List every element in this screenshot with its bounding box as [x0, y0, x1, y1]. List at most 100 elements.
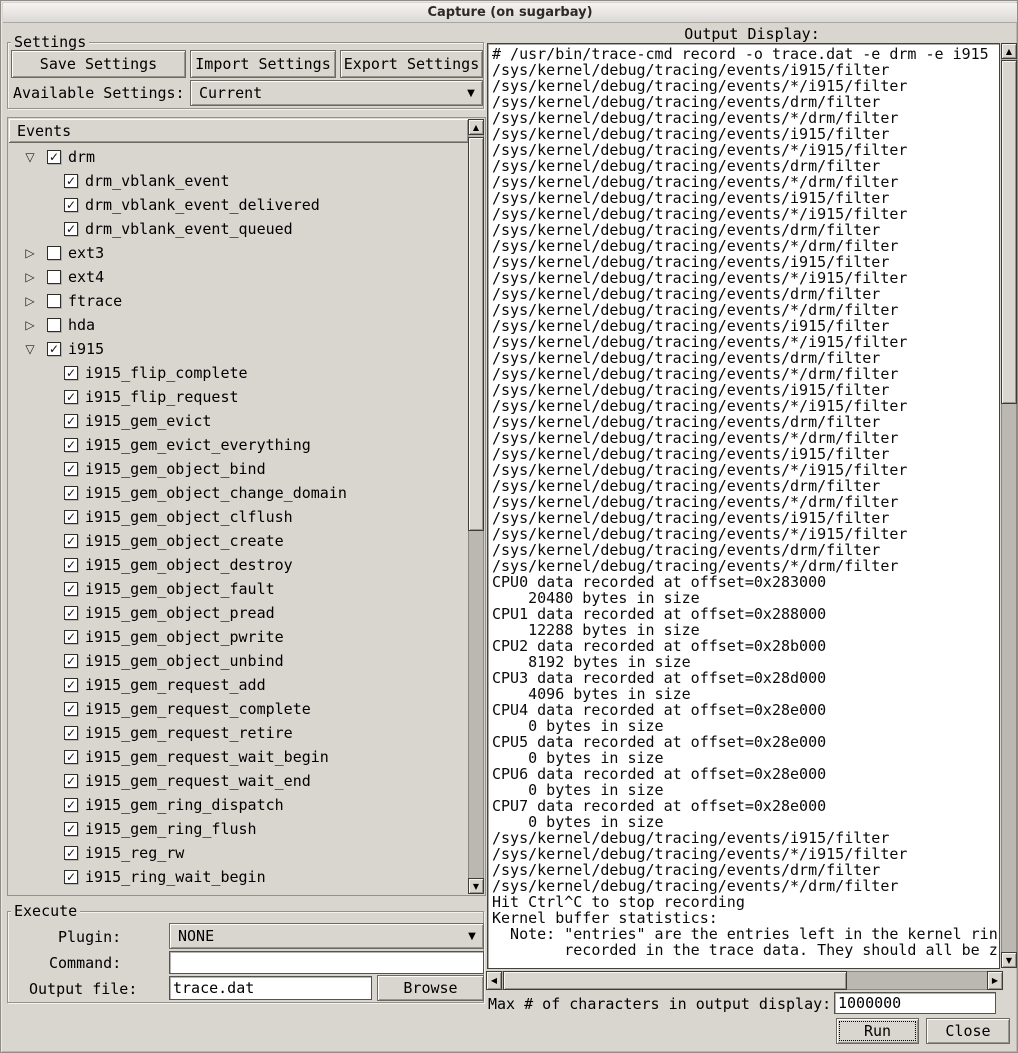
event-checkbox[interactable]: ✓ [64, 606, 78, 620]
event-checkbox[interactable]: ✓ [47, 342, 61, 356]
tree-row-i915_flip_request[interactable]: ✓i915_flip_request [9, 385, 469, 409]
export-settings-label: Export Settings [344, 55, 479, 73]
event-checkbox[interactable]: ✓ [64, 558, 78, 572]
plugin-combo[interactable]: NONE ▼ [169, 923, 484, 949]
tree-row-hda[interactable]: ▷hda [9, 313, 469, 337]
event-checkbox[interactable]: ✓ [64, 390, 78, 404]
event-label: i915 [68, 337, 104, 361]
output-hscrollbar-thumb[interactable] [503, 971, 847, 990]
expander-closed-icon[interactable]: ▷ [21, 313, 39, 337]
expander-closed-icon[interactable]: ▷ [21, 241, 39, 265]
expander-open-icon[interactable]: ▽ [21, 145, 39, 169]
expander-open-icon[interactable]: ▽ [21, 337, 39, 361]
command-input[interactable] [169, 951, 484, 974]
tree-row-i915_gem_request_wait_begin[interactable]: ✓i915_gem_request_wait_begin [9, 745, 469, 769]
event-checkbox[interactable]: ✓ [64, 462, 78, 476]
event-checkbox[interactable]: ✓ [64, 534, 78, 548]
output-scroll-left-icon[interactable]: ◀ [486, 971, 502, 990]
event-checkbox[interactable]: ✓ [64, 582, 78, 596]
event-checkbox[interactable] [47, 318, 61, 332]
event-checkbox[interactable]: ✓ [64, 510, 78, 524]
tree-row-ext3[interactable]: ▷ext3 [9, 241, 469, 265]
tree-row-i915_gem_object_change_domain[interactable]: ✓i915_gem_object_change_domain [9, 481, 469, 505]
event-checkbox[interactable]: ✓ [64, 630, 78, 644]
run-button[interactable]: Run [836, 1018, 919, 1044]
events-scroll-down-icon[interactable]: ▼ [468, 878, 484, 894]
tree-row-drm[interactable]: ▽✓drm [9, 145, 469, 169]
event-label: i915_ring_wait_begin [85, 865, 266, 889]
export-settings-button[interactable]: Export Settings [340, 50, 483, 78]
tree-row-i915_gem_request_add[interactable]: ✓i915_gem_request_add [9, 673, 469, 697]
tree-row-ftrace[interactable]: ▷ftrace [9, 289, 469, 313]
event-checkbox[interactable]: ✓ [64, 846, 78, 860]
tree-row-i915_ring_wait_begin[interactable]: ✓ i915_ring_wait_begin [9, 865, 469, 889]
import-settings-button[interactable]: Import Settings [190, 50, 336, 78]
output-display[interactable]: # /usr/bin/trace-cmd record -o trace.dat… [487, 43, 1000, 969]
save-settings-button[interactable]: Save Settings [11, 50, 186, 78]
tree-row-i915_gem_evict[interactable]: ✓i915_gem_evict [9, 409, 469, 433]
event-checkbox[interactable] [47, 294, 61, 308]
output-scroll-down-icon[interactable]: ▼ [1001, 952, 1017, 968]
event-checkbox[interactable]: ✓ [64, 222, 78, 236]
tree-row-i915_gem_object_pread[interactable]: ✓i915_gem_object_pread [9, 601, 469, 625]
tree-row-i915[interactable]: ▽ ✓ i915 [9, 337, 469, 361]
output-scroll-up-icon[interactable]: ▲ [1001, 43, 1017, 59]
tree-row-i915_gem_object_fault[interactable]: ✓i915_gem_object_fault [9, 577, 469, 601]
events-scroll-up-icon[interactable]: ▲ [468, 119, 484, 135]
tree-row-i915_gem_object_unbind[interactable]: ✓i915_gem_object_unbind [9, 649, 469, 673]
tree-row-i915_gem_ring_dispatch[interactable]: ✓i915_gem_ring_dispatch [9, 793, 469, 817]
output-vscrollbar-thumb[interactable] [1001, 60, 1017, 404]
event-checkbox[interactable]: ✓ [47, 150, 61, 164]
tree-row-i915_gem_object_destroy[interactable]: ✓i915_gem_object_destroy [9, 553, 469, 577]
event-checkbox[interactable]: ✓ [64, 366, 78, 380]
tree-row-i915_flip_complete[interactable]: ✓i915_flip_complete [9, 361, 469, 385]
tree-row-ext4[interactable]: ▷ ext4 [9, 265, 469, 289]
tree-row-i915_gem_ring_flush[interactable]: ✓ i915_gem_ring_flush [9, 817, 469, 841]
tree-row-drm_vblank_event_delivered[interactable]: ✓drm_vblank_event_delivered [9, 193, 469, 217]
expander-spacer [21, 409, 39, 433]
tree-row-i915_gem_object_bind[interactable]: ✓i915_gem_object_bind [9, 457, 469, 481]
tree-row-drm_vblank_event[interactable]: ✓drm_vblank_event [9, 169, 469, 193]
tree-row-i915_gem_request_complete[interactable]: ✓i915_gem_request_complete [9, 697, 469, 721]
event-checkbox[interactable]: ✓ [64, 198, 78, 212]
tree-row-i915_gem_object_pwrite[interactable]: ✓ i915_gem_object_pwrite [9, 625, 469, 649]
event-label: ext4 [68, 265, 104, 289]
output-file-input[interactable] [169, 976, 372, 1000]
event-checkbox[interactable]: ✓ [64, 438, 78, 452]
tree-row-i915_gem_request_wait_end[interactable]: ✓i915_gem_request_wait_end [9, 769, 469, 793]
events-scrollbar-thumb[interactable] [468, 137, 484, 531]
event-checkbox[interactable]: ✓ [64, 750, 78, 764]
max-chars-input[interactable] [834, 992, 996, 1014]
expander-spacer [21, 433, 39, 457]
event-checkbox[interactable]: ✓ [64, 702, 78, 716]
event-label: i915_gem_ring_flush [85, 817, 257, 841]
tree-row-i915_gem_evict_everything[interactable]: ✓i915_gem_evict_everything [9, 433, 469, 457]
expander-closed-icon[interactable]: ▷ [21, 265, 39, 289]
tree-row-i915_reg_rw[interactable]: ✓i915_reg_rw [9, 841, 469, 865]
event-checkbox[interactable]: ✓ [64, 654, 78, 668]
event-label: i915_gem_object_pwrite [85, 625, 284, 649]
event-checkbox[interactable]: ✓ [64, 870, 78, 884]
event-checkbox[interactable]: ✓ [64, 486, 78, 500]
browse-button[interactable]: Browse [377, 975, 484, 1001]
event-checkbox[interactable]: ✓ [64, 174, 78, 188]
available-settings-combo[interactable]: Current ▼ [190, 80, 483, 106]
tree-row-drm_vblank_event_queued[interactable]: ✓drm_vblank_event_queued [9, 217, 469, 241]
expander-closed-icon[interactable]: ▷ [21, 289, 39, 313]
event-checkbox[interactable]: ✓ [64, 774, 78, 788]
event-checkbox[interactable]: ✓ [64, 678, 78, 692]
available-settings-value: Current [191, 84, 460, 102]
event-checkbox[interactable]: ✓ [64, 798, 78, 812]
events-column-header[interactable]: Events [9, 119, 469, 143]
event-checkbox[interactable]: ✓ [64, 414, 78, 428]
event-checkbox[interactable] [47, 246, 61, 260]
output-scroll-right-icon[interactable]: ▶ [987, 971, 1003, 990]
tree-row-i915_gem_object_create[interactable]: ✓i915_gem_object_create [9, 529, 469, 553]
tree-row-i915_gem_object_clflush[interactable]: ✓i915_gem_object_clflush [9, 505, 469, 529]
event-checkbox[interactable] [47, 270, 61, 284]
titlebar[interactable]: Capture (on sugarbay) [3, 3, 1017, 23]
close-button[interactable]: Close [926, 1018, 1010, 1044]
event-checkbox[interactable]: ✓ [64, 726, 78, 740]
event-checkbox[interactable]: ✓ [64, 822, 78, 836]
tree-row-i915_gem_request_retire[interactable]: ✓i915_gem_request_retire [9, 721, 469, 745]
